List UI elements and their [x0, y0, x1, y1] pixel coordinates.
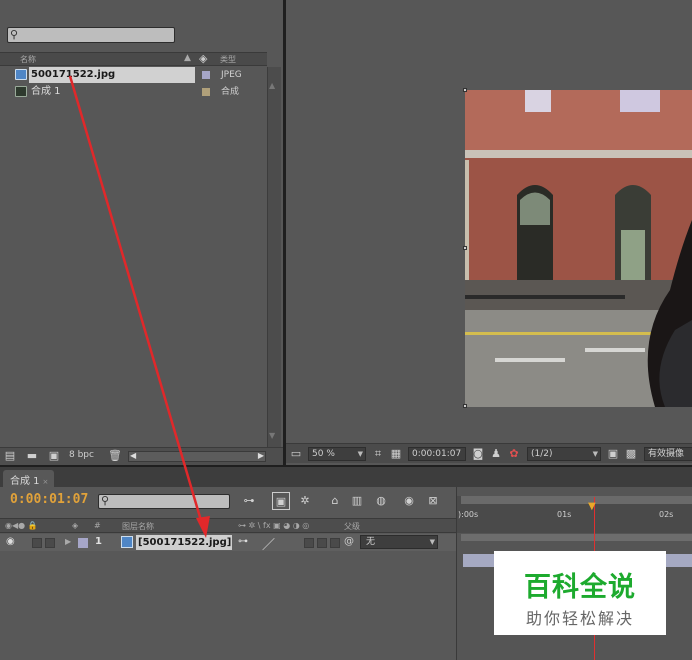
project-item-name: 500171522.jpg	[29, 67, 195, 83]
label-tag-icon[interactable]: ◈	[72, 521, 78, 530]
region-of-interest-icon[interactable]: ⌗	[372, 448, 384, 460]
layer-row[interactable]: ◉ ▶ 1 [500171522.jpg] ⊶ ／ @ 无	[0, 534, 456, 553]
frame-blending-icon[interactable]: ⌂	[326, 492, 344, 510]
image-file-icon	[121, 536, 133, 548]
ruler-tick: ):00s	[458, 510, 479, 519]
tab-label: 合成 1	[10, 476, 40, 487]
bit-depth-button[interactable]: 8 bpc	[69, 450, 94, 460]
color-channels-icon[interactable]: ✿	[508, 448, 520, 460]
watermark-title: 百科全说	[524, 572, 636, 603]
scroll-up-icon[interactable]: ▲	[269, 81, 275, 90]
composition-icon	[15, 86, 27, 97]
bounding-handle[interactable]	[463, 88, 467, 92]
composition-image[interactable]	[465, 90, 692, 407]
draft-3d-icon[interactable]: ▣	[272, 492, 290, 510]
label-tag-icon[interactable]: ◈	[199, 52, 207, 65]
street-photo	[465, 90, 692, 407]
watermark-subtitle: 助你轻松解决	[525, 609, 634, 628]
layer-label-color[interactable]	[78, 538, 88, 548]
show-snapshot-icon[interactable]: ♟	[490, 448, 502, 460]
sort-arrow-icon[interactable]: ▲	[184, 53, 191, 63]
ruler-tick: 01s	[557, 510, 572, 519]
close-icon[interactable]: ×	[43, 478, 49, 486]
project-toolbar: ▤ ▬ ▣ 8 bpc 🗑 ◀ ▶	[0, 447, 283, 465]
watermark-logo: 百科全说 助你轻松解决	[494, 551, 666, 635]
label-color-swatch[interactable]	[202, 88, 210, 96]
project-column-header: 名称 ▲ ◈ 类型	[0, 52, 267, 66]
trash-icon[interactable]: 🗑	[108, 450, 122, 462]
new-composition-icon[interactable]: ▣	[48, 450, 60, 462]
audio-toggle[interactable]	[32, 538, 42, 548]
scroll-right-icon[interactable]: ▶	[258, 451, 264, 460]
layer-name[interactable]: [500171522.jpg]	[136, 535, 232, 550]
scroll-left-icon[interactable]: ◀	[130, 451, 136, 460]
work-area-bar[interactable]	[461, 534, 692, 541]
always-preview-icon[interactable]: ▭	[290, 448, 302, 460]
project-horizontal-scrollbar[interactable]: ◀ ▶	[128, 451, 266, 462]
quality-switch-icon[interactable]: ／	[262, 534, 275, 553]
current-time-display[interactable]: 0:00:01:07	[10, 492, 88, 507]
project-item-type: 合成	[221, 87, 240, 97]
scroll-down-icon[interactable]: ▼	[269, 431, 275, 440]
ruler-tick: 02s	[659, 510, 674, 519]
column-name-label[interactable]: 名称	[20, 54, 36, 65]
switch-box[interactable]	[304, 538, 314, 548]
resolution-dropdown[interactable]: (1/2)	[527, 447, 601, 461]
column-layer-name[interactable]: 图层名称	[122, 521, 154, 532]
snapshot-camera-icon[interactable]: ◙	[472, 448, 484, 460]
project-search-input[interactable]: ⚲	[7, 27, 175, 43]
av-features-icons[interactable]: ◉◀● 🔒	[5, 521, 38, 530]
expand-arrow-icon[interactable]: ▶	[65, 537, 71, 546]
active-camera-dropdown[interactable]: 有效摄像	[644, 447, 692, 461]
project-item-name: 合成 1	[31, 86, 61, 97]
viewer-timecode[interactable]: 0:00:01:07	[408, 447, 466, 461]
project-item-comp[interactable]: 合成 1 合成	[0, 84, 267, 100]
time-navigator[interactable]	[461, 496, 692, 504]
shy-layers-icon[interactable]: ✲	[296, 492, 314, 510]
composition-viewer: ▭ 50 % ⌗ ▦ 0:00:01:07 ◙ ♟ ✿ (1/2) ▣ ▩ 有效…	[286, 0, 692, 465]
graph-editor-icon[interactable]: ⊠	[424, 492, 442, 510]
viewer-toolbar: ▭ 50 % ⌗ ▦ 0:00:01:07 ◙ ♟ ✿ (1/2) ▣ ▩ 有效…	[286, 443, 692, 463]
time-ruler[interactable]: ):00s 01s 02s	[457, 496, 692, 533]
project-item-type: JPEG	[221, 70, 242, 80]
image-file-icon	[15, 69, 27, 80]
composition-mini-flowchart-icon[interactable]: ⊶	[240, 492, 258, 510]
layer-column-header: ◉◀● 🔒 ◈ # 图层名称 ⊶ ✲ \ fx ▣ ◕ ◑ ◎ 父级	[0, 518, 456, 533]
transparency-grid-icon[interactable]: ▦	[390, 448, 402, 460]
project-vertical-scrollbar[interactable]: ▲ ▼	[267, 67, 281, 447]
bounding-handle[interactable]	[463, 246, 467, 250]
column-number: #	[94, 521, 101, 530]
timeline-search-input[interactable]: ⚲	[98, 494, 230, 509]
new-folder-icon[interactable]: ▬	[26, 450, 38, 462]
motion-blur-icon[interactable]: ▥	[348, 492, 366, 510]
interpret-footage-icon[interactable]: ▤	[4, 450, 16, 462]
column-parent[interactable]: 父级	[344, 521, 360, 532]
tab-composition-1[interactable]: 合成 1 ×	[3, 470, 54, 487]
search-icon: ⚲	[101, 494, 110, 507]
pickwhip-icon[interactable]: @	[344, 536, 354, 547]
playhead-icon[interactable]: ▼	[588, 501, 600, 513]
parent-dropdown[interactable]: 无	[360, 535, 438, 549]
project-panel: ⚲ 名称 ▲ ◈ 类型 500171522.jpg JPEG 合成 1 合成 ⊞…	[0, 0, 283, 465]
zoom-dropdown[interactable]: 50 %	[308, 447, 366, 461]
switch-box[interactable]	[330, 538, 340, 548]
column-type-label[interactable]: 类型	[220, 54, 236, 65]
switch-box[interactable]	[317, 538, 327, 548]
label-color-swatch[interactable]	[202, 71, 210, 79]
search-icon: ⚲	[10, 28, 19, 41]
shy-switch-icon[interactable]: ⊶	[238, 536, 248, 547]
solo-toggle[interactable]	[45, 538, 55, 548]
switches-icons[interactable]: ⊶ ✲ \ fx ▣ ◕ ◑ ◎	[238, 521, 309, 530]
auto-keyframe-icon[interactable]: ◉	[400, 492, 418, 510]
layer-number: 1	[95, 536, 102, 547]
fast-preview-icon[interactable]: ▣	[607, 448, 619, 460]
eye-icon[interactable]: ◉	[6, 536, 15, 547]
bounding-handle[interactable]	[463, 404, 467, 408]
timeline-tab-bar: 合成 1 ×	[0, 467, 692, 487]
toggle-transparency-icon[interactable]: ▩	[625, 448, 637, 460]
project-item-jpg[interactable]: 500171522.jpg JPEG	[0, 67, 267, 83]
brainstorm-icon[interactable]: ◍	[372, 492, 390, 510]
